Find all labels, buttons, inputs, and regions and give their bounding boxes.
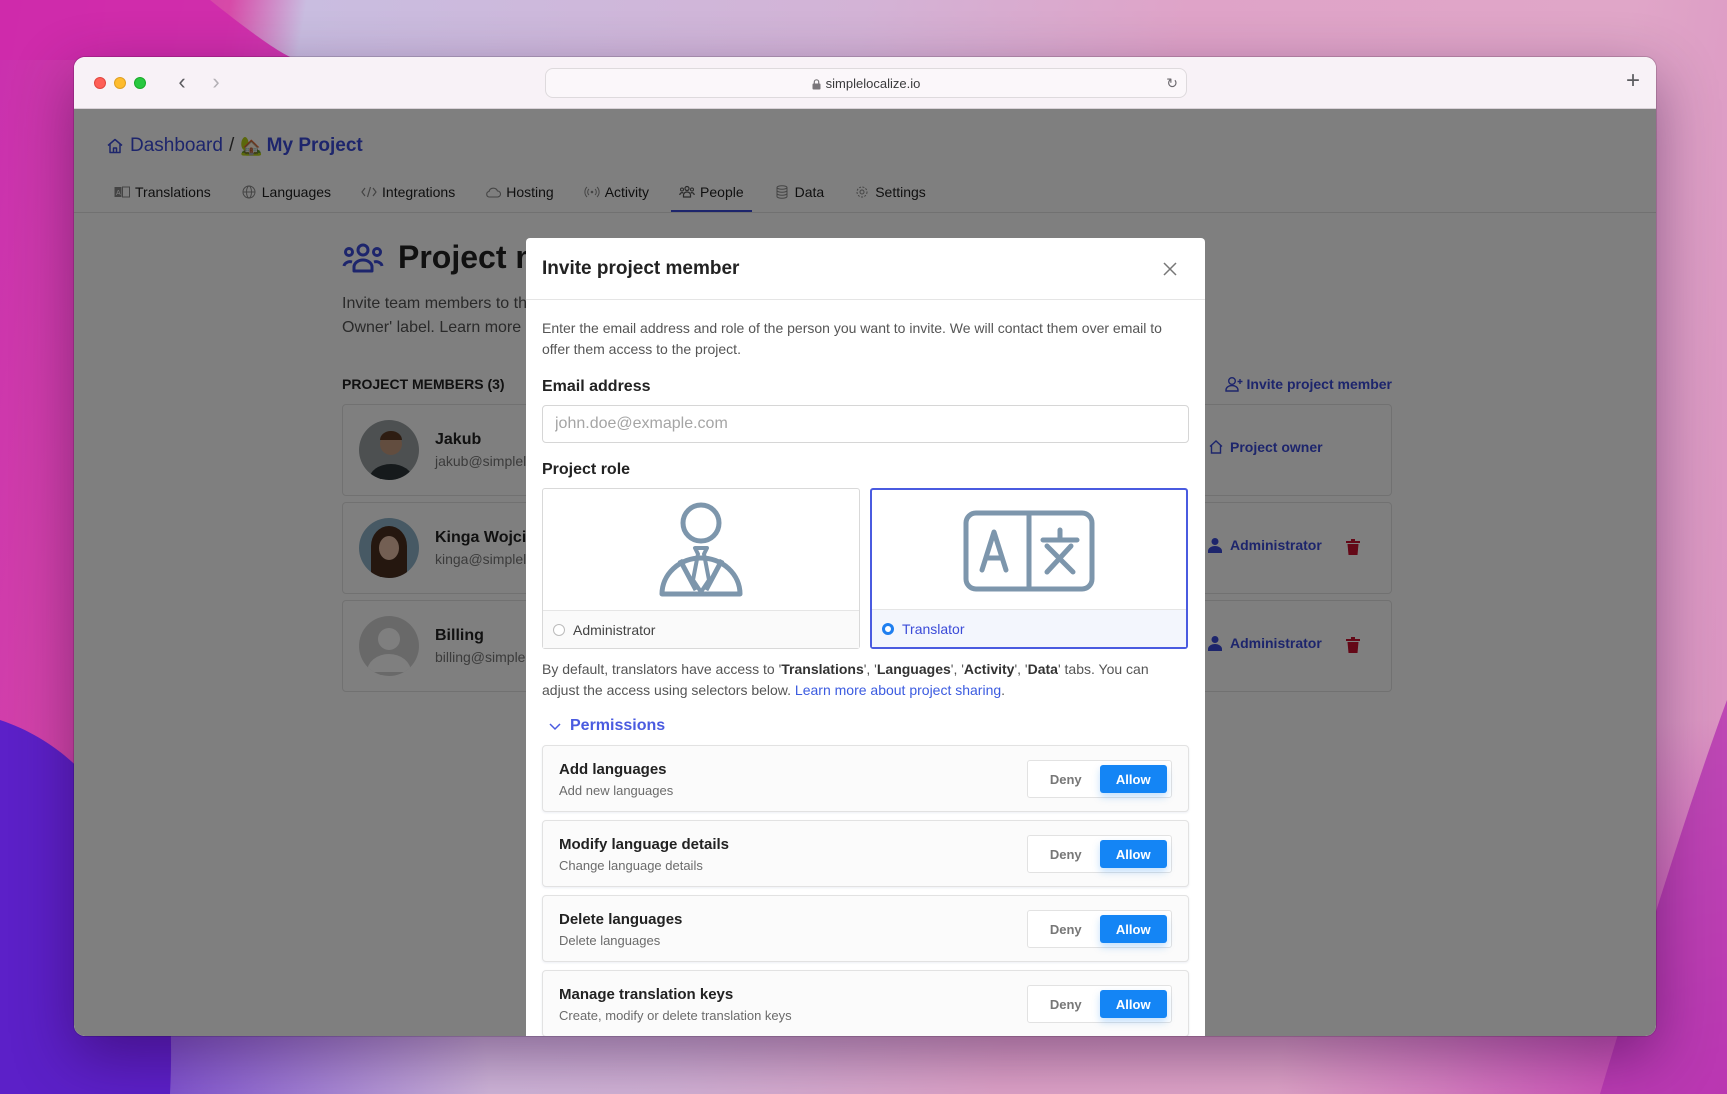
permission-toggle: Deny Allow — [1027, 910, 1172, 948]
role-footer: Translator — [872, 609, 1186, 647]
note-tab: Data — [1027, 661, 1058, 677]
role-card-administrator[interactable]: Administrator — [542, 488, 860, 649]
url-text: simplelocalize.io — [825, 75, 921, 91]
permission-row: Modify language details Change language … — [542, 820, 1189, 887]
permission-description: Delete languages — [559, 933, 661, 948]
note-tab: Translations — [781, 661, 864, 677]
forward-button[interactable]: › — [204, 70, 228, 96]
modal-title: Invite project member — [542, 258, 740, 279]
note-text: By default, translators have access to — [542, 661, 779, 677]
permission-toggle: Deny Allow — [1027, 835, 1172, 873]
deny-button[interactable]: Deny — [1032, 840, 1100, 868]
close-icon[interactable] — [1161, 260, 1179, 278]
invite-member-modal: Invite project member Enter the email ad… — [526, 238, 1205, 1036]
permission-row: Add languages Add new languages Deny All… — [542, 745, 1189, 812]
permission-description: Add new languages — [559, 783, 674, 798]
permission-title: Add languages — [559, 761, 667, 778]
permission-toggle: Deny Allow — [1027, 760, 1172, 798]
permission-row: Manage translation keys Create, modify o… — [542, 970, 1189, 1036]
permission-toggle: Deny Allow — [1027, 985, 1172, 1023]
permission-title: Modify language details — [559, 836, 730, 853]
role-note: By default, translators have access to '… — [542, 661, 1149, 698]
role-card-translator[interactable]: Translator — [870, 488, 1188, 649]
modal-header: Invite project member — [526, 238, 1205, 300]
maximize-window-button[interactable] — [134, 77, 146, 89]
permissions-toggle[interactable]: Permissions — [542, 717, 1189, 735]
deny-button[interactable]: Deny — [1032, 990, 1100, 1018]
deny-button[interactable]: Deny — [1032, 765, 1100, 793]
new-tab-button[interactable]: + — [1626, 67, 1640, 95]
browser-toolbar: ‹ › simplelocalize.io ↻ + — [74, 57, 1656, 109]
radio-translator[interactable] — [882, 622, 894, 635]
browser-window: ‹ › simplelocalize.io ↻ + Dashboard / 🏡 … — [74, 57, 1656, 1036]
close-window-button[interactable] — [94, 77, 106, 89]
chevron-down-icon — [549, 723, 561, 731]
learn-more-link[interactable]: Learn more about project sharing — [795, 682, 1001, 698]
back-button[interactable]: ‹ — [170, 70, 194, 96]
administrator-icon — [659, 502, 743, 596]
minimize-window-button[interactable] — [114, 77, 126, 89]
permission-row: Delete languages Delete languages Deny A… — [542, 895, 1189, 962]
role-label: Project role — [542, 461, 631, 478]
note-tab: Languages — [876, 661, 951, 677]
radio-administrator[interactable] — [553, 623, 565, 636]
modal-intro: Enter the email address and role of the … — [542, 320, 1162, 357]
deny-button[interactable]: Deny — [1032, 915, 1100, 943]
email-label: Email address — [542, 378, 651, 395]
email-field[interactable] — [542, 405, 1189, 443]
permission-title: Delete languages — [559, 911, 683, 928]
allow-button[interactable]: Allow — [1099, 840, 1167, 868]
role-footer: Administrator — [543, 610, 859, 648]
permissions-label: Permissions — [570, 717, 666, 734]
permission-title: Manage translation keys — [559, 986, 734, 1003]
lock-icon — [812, 78, 821, 89]
allow-button[interactable]: Allow — [1099, 990, 1167, 1018]
modal-body: Enter the email address and role of the … — [526, 300, 1205, 1036]
note-tab: Activity — [963, 661, 1015, 677]
allow-button[interactable]: Allow — [1099, 915, 1167, 943]
role-name: Administrator — [573, 621, 656, 638]
permission-description: Create, modify or delete translation key… — [559, 1008, 792, 1023]
allow-button[interactable]: Allow — [1099, 765, 1167, 793]
permission-description: Change language details — [559, 858, 703, 873]
translate-icon — [963, 510, 1095, 591]
reload-icon[interactable]: ↻ — [1166, 75, 1178, 92]
address-bar[interactable]: simplelocalize.io ↻ — [545, 68, 1187, 98]
role-name: Translator — [902, 620, 965, 637]
role-selector: Administrator Translator — [542, 488, 1189, 649]
